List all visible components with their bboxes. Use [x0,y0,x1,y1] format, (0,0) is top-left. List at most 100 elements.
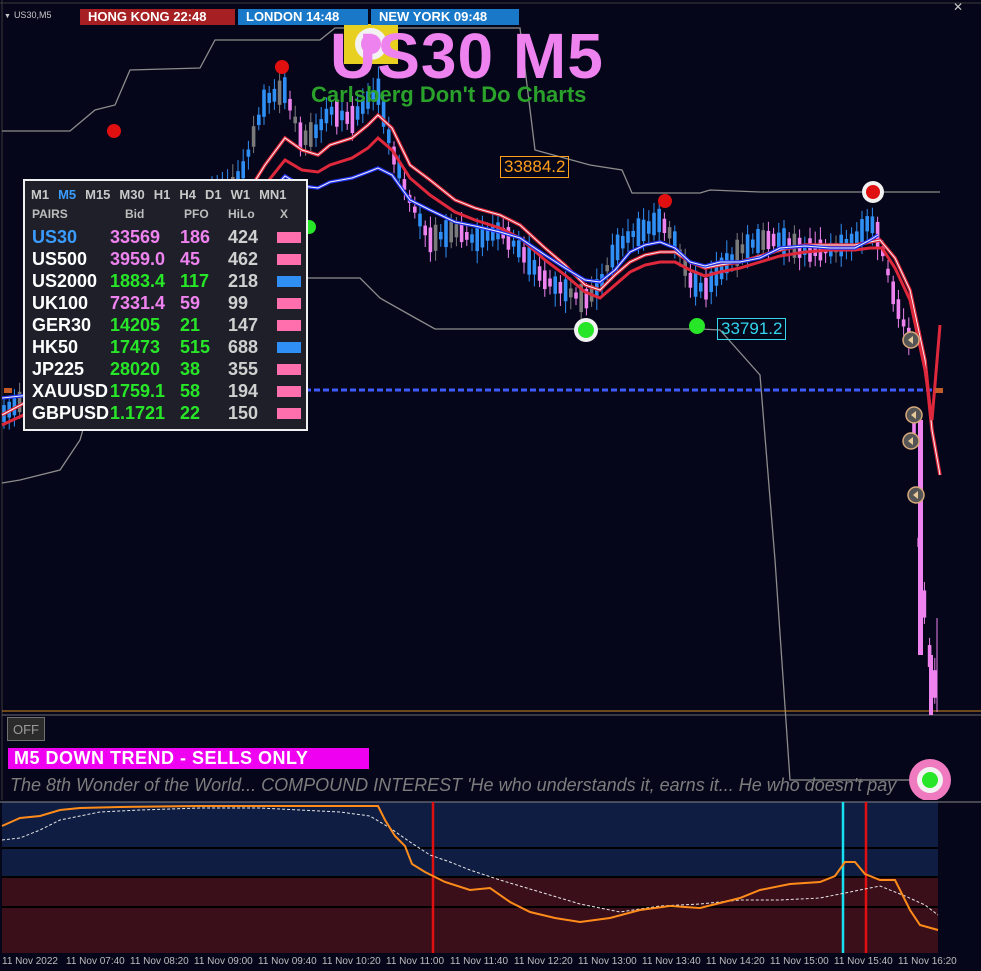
pair-hilo: 99 [228,293,249,313]
pair-bid: 1883.4 [110,271,166,291]
pair-direction-box[interactable] [277,276,301,287]
pair-bid: 28020 [110,359,161,379]
timeframe-m15[interactable]: M15 [85,187,110,202]
pair-bid: 3959.0 [110,249,166,269]
pair-hilo: 194 [228,381,259,401]
pair-row-gbpusd[interactable]: GBPUSD 1.1721 22 150 [32,402,302,424]
pair-pfo: 45 [180,249,201,269]
pair-bid: 1.1721 [110,403,166,423]
panel-header-row: PAIRS Bid PFO HiLo X [32,207,302,223]
pair-hilo: 147 [228,315,259,335]
timeframe-m1[interactable]: M1 [31,187,49,202]
time-tick: 11 Nov 11:00 [386,956,445,967]
trading-terminal-window: ▼ US30,M5 ✕ HONG KONG 22:48 LONDON 14:48 … [0,0,981,971]
dropdown-arrow-icon: ▼ [4,13,11,20]
timeframe-selector: M1 M5 M15 M30 H1 H4 D1 W1 MN1 [31,187,287,202]
timeframe-m5[interactable]: M5 [58,187,76,202]
pair-pfo: 117 [180,271,210,291]
pair-name: US500 [32,249,88,269]
resistance-dot [275,60,289,74]
ticker-text: The 8th Wonder of the World... COMPOUND … [10,775,897,795]
resistance-dot [866,185,880,199]
symbol-dropdown[interactable]: ▼ US30,M5 [4,10,51,20]
timeframe-m30[interactable]: M30 [119,187,144,202]
osc-lower-zone [2,877,938,953]
pair-pfo: 59 [180,293,201,313]
time-tick: 11 Nov 13:00 [578,956,637,967]
pair-direction-box[interactable] [277,320,301,331]
timeframe-mn1[interactable]: MN1 [259,187,286,202]
timeframe-w1[interactable]: W1 [231,187,251,202]
time-tick: 11 Nov 11:40 [450,956,509,967]
pair-direction-box[interactable] [277,408,301,419]
pair-name: JP225 [32,359,85,379]
pair-name: GBPUSD [32,403,110,423]
timeframe-h1[interactable]: H1 [154,187,171,202]
pair-direction-box[interactable] [277,254,301,265]
pair-pfo: 38 [180,359,201,379]
pair-hilo: 462 [228,249,259,269]
pair-row-us30[interactable]: US30 33569 186 424 [32,226,302,248]
pair-direction-box[interactable] [277,364,301,375]
pair-row-uk100[interactable]: UK100 7331.4 59 99 [32,292,302,314]
pair-hilo: 218 [228,271,259,291]
pair-hilo: 355 [228,359,259,379]
pair-hilo: 150 [228,403,259,423]
pair-bid: 17473 [110,337,161,357]
market-watch-panel: M1 M5 M15 M30 H1 H4 D1 W1 MN1 PAIRS Bid PFO HiLo… [23,179,308,431]
pair-bid: 1759.1 [110,381,166,401]
header-pairs: PAIRS [32,207,68,221]
pair-hilo: 424 [228,227,259,247]
high-price-label: 33884.2 [500,156,570,178]
time-tick: 11 Nov 15:40 [834,956,893,967]
pair-pfo: 22 [180,403,201,423]
pair-row-us2000[interactable]: US2000 1883.4 117 218 [32,270,302,292]
pair-name: HK50 [32,337,79,357]
time-tick: 11 Nov 13:40 [642,956,701,967]
pair-hilo: 688 [228,337,259,357]
close-icon[interactable]: ✕ [953,0,963,14]
pair-name: UK100 [32,293,89,313]
pair-bid: 33569 [110,227,161,247]
low-price-label: 33791.2 [717,318,787,340]
time-tick: 11 Nov 2022 [2,956,58,967]
header-bid: Bid [125,207,145,221]
pair-name: XAUUSD [32,381,109,401]
resistance-dot [107,124,121,138]
pair-row-us500[interactable]: US500 3959.0 45 462 [32,248,302,270]
time-tick: 11 Nov 12:20 [514,956,573,967]
pair-pfo: 186 [180,227,211,247]
time-tick: 11 Nov 09:40 [258,956,317,967]
pair-row-hk50[interactable]: HK50 17473 515 688 [32,336,302,358]
pair-direction-box[interactable] [277,232,301,243]
timeframe-h4[interactable]: H4 [179,187,196,202]
time-axis: 11 Nov 2022 11 Nov 07:40 11 Nov 08:20 11 No… [0,953,981,971]
support-dot [578,322,594,338]
time-tick: 11 Nov 08:20 [130,956,189,967]
time-tick: 11 Nov 09:00 [194,956,253,967]
pair-row-ger30[interactable]: GER30 14205 21 147 [32,314,302,336]
off-button[interactable]: OFF [7,717,45,741]
time-tick: 11 Nov 14:20 [706,956,765,967]
pair-pfo: 515 [180,337,211,357]
pair-bid: 14205 [110,315,161,335]
pair-direction-box[interactable] [277,342,301,353]
timeframe-d1[interactable]: D1 [205,187,222,202]
pair-direction-box[interactable] [277,298,301,309]
oscillator-pane[interactable] [0,800,981,953]
time-tick: 11 Nov 10:20 [322,956,381,967]
resistance-dot [658,194,672,208]
pair-name: GER30 [32,315,92,335]
pair-pfo: 21 [180,315,201,335]
time-tick: 11 Nov 07:40 [66,956,125,967]
header-pfo: PFO [184,207,209,221]
pair-row-jp225[interactable]: JP225 28020 38 355 [32,358,302,380]
trend-banner: M5 DOWN TREND - SELLS ONLY [8,748,369,769]
header-x: X [280,207,289,221]
pair-row-xauusd[interactable]: XAUUSD 1759.1 58 194 [32,380,302,402]
pair-pfo: 58 [180,381,201,401]
symbol-label: US30,M5 [13,10,52,20]
pair-direction-box[interactable] [277,386,301,397]
osc-upper-zone [2,802,938,877]
pair-name: US30 [32,227,78,247]
